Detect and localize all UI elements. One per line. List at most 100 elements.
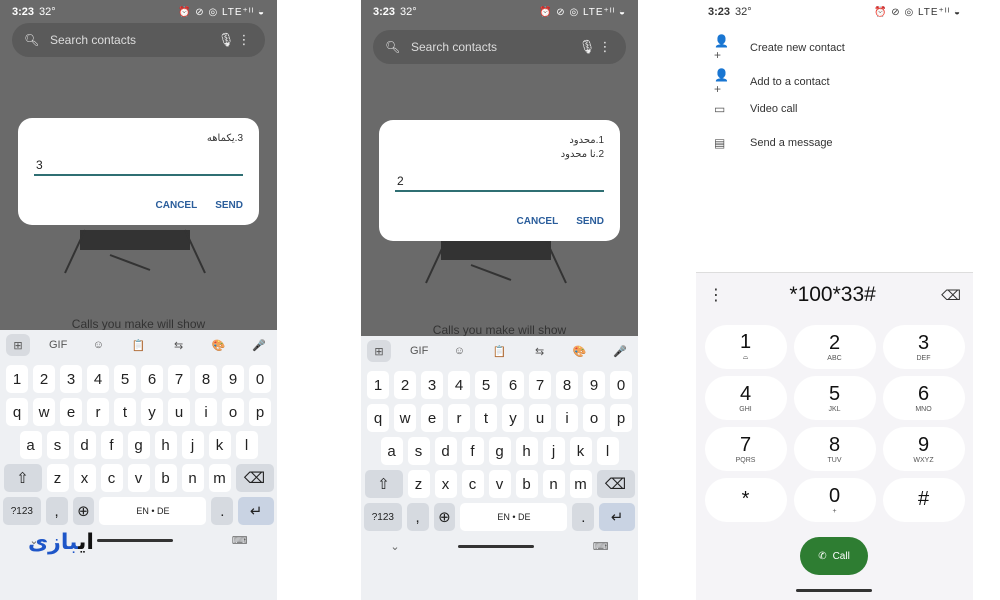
key-1[interactable]: 1 xyxy=(6,365,28,393)
keyboard-hide-icon[interactable]: ⌄ xyxy=(390,540,399,553)
more-icon[interactable]: ⋮ xyxy=(596,39,614,55)
key-c[interactable]: c xyxy=(461,470,484,498)
mic-icon[interactable]: 🎙︎ xyxy=(578,39,596,55)
mic-icon[interactable]: 🎤 xyxy=(247,334,271,356)
key-l[interactable]: l xyxy=(596,437,619,465)
globe-icon[interactable]: ⊕ xyxy=(72,497,95,525)
symbols-key[interactable]: ?123 xyxy=(3,497,41,525)
palette-icon[interactable]: 🎨 xyxy=(568,340,592,362)
cancel-button[interactable]: CANCEL xyxy=(156,200,198,211)
dial-key-4[interactable]: 4 GHI xyxy=(704,376,787,420)
key-d[interactable]: d xyxy=(434,437,457,465)
key-8[interactable]: 8 xyxy=(556,371,578,399)
home-handle[interactable] xyxy=(97,538,174,542)
dial-key-5[interactable]: 5 JKL xyxy=(793,376,876,420)
key-p[interactable]: p xyxy=(249,398,271,426)
key-y[interactable]: y xyxy=(502,404,524,432)
symbols-key[interactable]: ?123 xyxy=(364,503,402,531)
key-z[interactable]: z xyxy=(46,464,69,492)
dial-key-6[interactable]: 6 MNO xyxy=(882,376,965,420)
key-x[interactable]: x xyxy=(434,470,457,498)
key-0[interactable]: 0 xyxy=(610,371,632,399)
enter-key[interactable]: ↵ xyxy=(599,503,635,531)
clipboard-icon[interactable]: 📋 xyxy=(126,334,150,356)
mic-icon[interactable]: 🎙︎ xyxy=(217,32,235,48)
key-q[interactable]: q xyxy=(367,404,389,432)
key-y[interactable]: y xyxy=(141,398,163,426)
key-2[interactable]: 2 xyxy=(394,371,416,399)
send-button[interactable]: SEND xyxy=(215,200,243,211)
comma-key[interactable]: , xyxy=(45,497,68,525)
send-button[interactable]: SEND xyxy=(576,216,604,227)
key-g[interactable]: g xyxy=(488,437,511,465)
key-k[interactable]: k xyxy=(208,431,231,459)
key-u[interactable]: u xyxy=(168,398,190,426)
key-e[interactable]: e xyxy=(421,404,443,432)
ussd-reply-input[interactable]: 3 xyxy=(34,156,243,176)
dial-key-1[interactable]: 1 ⌓ xyxy=(704,325,787,369)
sticker-icon[interactable]: ☺ xyxy=(86,334,110,356)
more-icon[interactable]: ⋮ xyxy=(708,285,724,305)
key-d[interactable]: d xyxy=(73,431,96,459)
key-8[interactable]: 8 xyxy=(195,365,217,393)
key-1[interactable]: 1 xyxy=(367,371,389,399)
space-key[interactable]: EN • DE xyxy=(460,503,568,531)
key-n[interactable]: n xyxy=(542,470,565,498)
key-7[interactable]: 7 xyxy=(168,365,190,393)
dial-key-0[interactable]: 0 + xyxy=(793,478,876,522)
translate-icon[interactable]: ⇆ xyxy=(167,334,191,356)
space-key[interactable]: EN • DE xyxy=(99,497,207,525)
apps-icon[interactable]: ⊞ xyxy=(6,334,30,356)
shift-key[interactable]: ⇧ xyxy=(364,470,403,498)
key-5[interactable]: 5 xyxy=(475,371,497,399)
dial-key-8[interactable]: 8 TUV xyxy=(793,427,876,471)
apps-icon[interactable]: ⊞ xyxy=(367,340,391,362)
keyboard-switch-icon[interactable]: ⌨ xyxy=(232,534,248,547)
key-m[interactable]: m xyxy=(569,470,592,498)
shift-key[interactable]: ⇧ xyxy=(3,464,42,492)
comma-key[interactable]: , xyxy=(406,503,429,531)
menu-create-contact[interactable]: 👤+ Create new contact xyxy=(714,34,845,62)
key-v[interactable]: v xyxy=(127,464,150,492)
key-j[interactable]: j xyxy=(542,437,565,465)
key-o[interactable]: o xyxy=(222,398,244,426)
more-icon[interactable]: ⋮ xyxy=(235,32,253,48)
menu-send-message[interactable]: ▤ Send a message xyxy=(714,136,833,150)
dial-key-hash[interactable]: # xyxy=(882,478,965,522)
dial-key-2[interactable]: 2 ABC xyxy=(793,325,876,369)
key-k[interactable]: k xyxy=(569,437,592,465)
menu-video-call[interactable]: ▭ Video call xyxy=(714,102,798,116)
key-z[interactable]: z xyxy=(407,470,430,498)
keyboard-switch-icon[interactable]: ⌨ xyxy=(593,540,609,553)
key-3[interactable]: 3 xyxy=(421,371,443,399)
key-t[interactable]: t xyxy=(475,404,497,432)
key-4[interactable]: 4 xyxy=(87,365,109,393)
key-j[interactable]: j xyxy=(181,431,204,459)
dial-key-9[interactable]: 9 WXYZ xyxy=(882,427,965,471)
mic-icon[interactable]: 🎤 xyxy=(608,340,632,362)
key-u[interactable]: u xyxy=(529,404,551,432)
backspace-icon[interactable]: ⌫ xyxy=(941,287,961,304)
clipboard-icon[interactable]: 📋 xyxy=(487,340,511,362)
key-q[interactable]: q xyxy=(6,398,28,426)
key-l[interactable]: l xyxy=(235,431,258,459)
key-p[interactable]: p xyxy=(610,404,632,432)
key-3[interactable]: 3 xyxy=(60,365,82,393)
enter-key[interactable]: ↵ xyxy=(238,497,274,525)
key-f[interactable]: f xyxy=(100,431,123,459)
key-a[interactable]: a xyxy=(19,431,42,459)
key-r[interactable]: r xyxy=(448,404,470,432)
key-o[interactable]: o xyxy=(583,404,605,432)
key-n[interactable]: n xyxy=(181,464,204,492)
key-v[interactable]: v xyxy=(488,470,511,498)
key-9[interactable]: 9 xyxy=(583,371,605,399)
key-e[interactable]: e xyxy=(60,398,82,426)
key-b[interactable]: b xyxy=(515,470,538,498)
key-2[interactable]: 2 xyxy=(33,365,55,393)
backspace-key[interactable]: ⌫ xyxy=(596,470,635,498)
dial-key-7[interactable]: 7 PQRS xyxy=(704,427,787,471)
key-5[interactable]: 5 xyxy=(114,365,136,393)
gif-icon[interactable]: GIF xyxy=(46,334,70,356)
key-s[interactable]: s xyxy=(46,431,69,459)
cancel-button[interactable]: CANCEL xyxy=(517,216,559,227)
